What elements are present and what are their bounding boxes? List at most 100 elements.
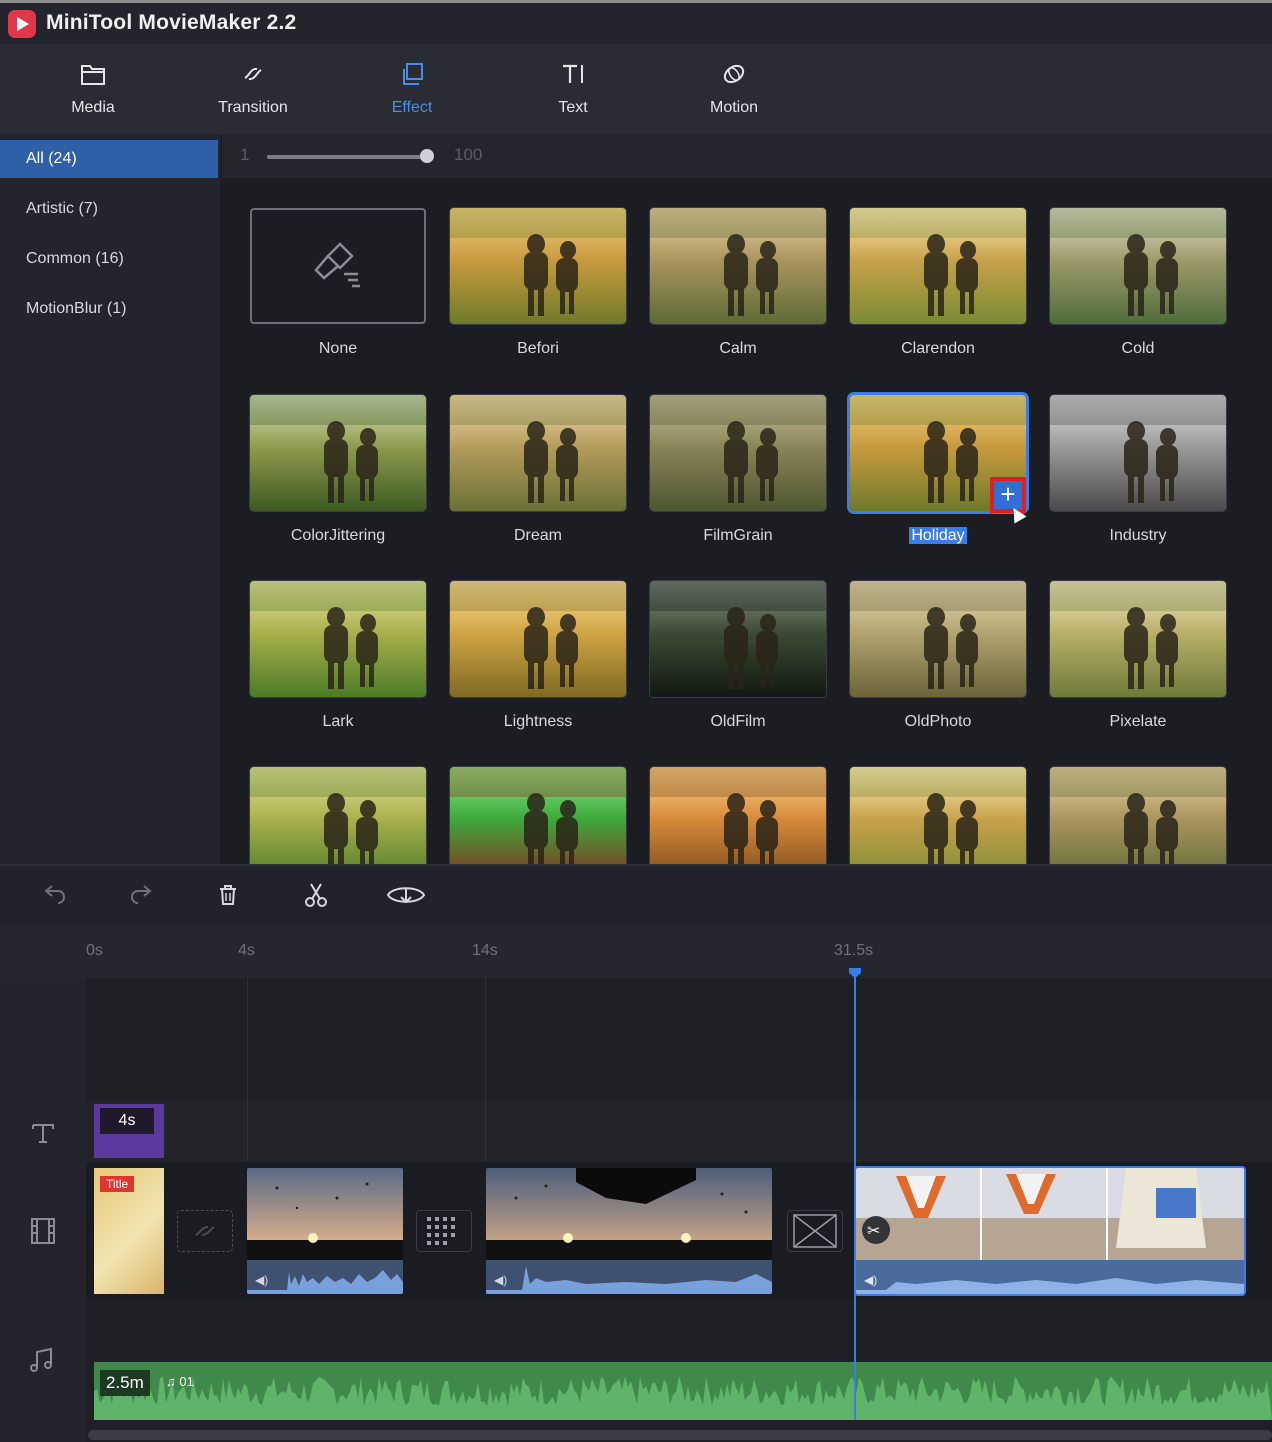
split-scissors-icon[interactable]	[301, 880, 331, 910]
effect-name: Calm	[719, 340, 757, 357]
effect-tile-befori[interactable]	[450, 208, 626, 324]
text-track-icon	[32, 1124, 54, 1143]
svg-text:✂: ✂	[867, 1223, 880, 1240]
tab-text[interactable]: Text	[513, 44, 633, 134]
effect-tile[interactable]	[450, 767, 626, 864]
main-toolbar: Media Transition Effect Text Motion	[0, 44, 1272, 134]
effect-label-clarendon: Clarendon	[838, 340, 1038, 358]
title-video-clip[interactable]: Title	[94, 1168, 164, 1294]
tab-media[interactable]: Media	[33, 44, 153, 134]
transition-icon	[244, 67, 262, 81]
effect-tile-filmgrain[interactable]	[650, 395, 826, 511]
category-all[interactable]: All (24)	[0, 140, 218, 178]
effect-categories-sidebar: All (24) Artistic (7) Common (16) Motion…	[0, 134, 220, 864]
effect-tile-dream[interactable]	[450, 395, 626, 511]
app-logo-icon	[8, 10, 36, 38]
music-track-icon	[30, 1347, 52, 1372]
grid-line	[247, 978, 248, 1162]
tab-effect[interactable]: Effect	[352, 44, 472, 134]
effect-tile[interactable]	[250, 767, 426, 864]
effect-tile-lark[interactable]	[250, 581, 426, 697]
effect-tile-oldfilm[interactable]	[650, 581, 826, 697]
undo-icon[interactable]	[40, 880, 70, 910]
clip-audio-waveform: ◀)	[856, 1260, 1244, 1294]
effect-tile-pixelate[interactable]	[1050, 581, 1226, 697]
category-motionblur[interactable]: MotionBlur (1)	[0, 290, 218, 328]
effect-thumbnail	[1050, 395, 1226, 511]
clip-thumbnail	[486, 1168, 772, 1260]
effect-label-cold: Cold	[1038, 340, 1238, 358]
effect-tile-colorjittering[interactable]	[250, 395, 426, 511]
effect-tile-clarendon[interactable]	[850, 208, 1026, 324]
effect-label-lark: Lark	[238, 713, 438, 731]
effect-tile-lightness[interactable]	[450, 581, 626, 697]
effect-tile-none[interactable]	[250, 208, 426, 324]
effect-label-dream: Dream	[438, 527, 638, 545]
intensity-slider-track[interactable]	[267, 155, 427, 159]
svg-text:◀): ◀)	[255, 1273, 268, 1287]
tab-text-label: Text	[558, 99, 588, 116]
ruler-tick-2: 14s	[472, 942, 498, 959]
effect-label-calm: Calm	[638, 340, 838, 358]
svg-text:◀): ◀)	[494, 1273, 507, 1287]
effect-name: ColorJittering	[290, 527, 386, 544]
tab-media-label: Media	[71, 99, 115, 116]
clip-thumbnail: ✂	[856, 1168, 1244, 1260]
music-name: ♫ 01	[166, 1374, 194, 1389]
tab-transition-label: Transition	[218, 99, 288, 116]
category-artistic[interactable]: Artistic (7)	[0, 190, 218, 228]
video-clip-sunset-1[interactable]: ◀)	[247, 1168, 403, 1294]
effect-tile-oldphoto[interactable]	[850, 581, 1026, 697]
zoom-fit-icon[interactable]	[386, 880, 426, 910]
effect-thumbnail	[450, 581, 626, 697]
effect-icon	[403, 63, 423, 85]
music-clip[interactable]: 2.5m ♫ 01	[94, 1362, 1272, 1420]
text-clip[interactable]: 4s	[94, 1104, 164, 1158]
effect-tile[interactable]	[650, 767, 826, 864]
tab-motion[interactable]: Motion	[674, 44, 794, 134]
transition-grid-slot[interactable]	[416, 1210, 472, 1252]
effect-thumbnail	[650, 395, 826, 511]
cross-transition-icon	[793, 1214, 837, 1248]
ruler-tick-0: 0s	[86, 942, 103, 959]
effect-tile[interactable]	[850, 767, 1026, 864]
effect-label-filmgrain: FilmGrain	[638, 527, 838, 545]
timeline-horizontal-scrollbar[interactable]	[88, 1430, 1272, 1440]
title-bar: MiniTool MovieMaker 2.2	[0, 0, 1272, 44]
effect-label-colorjittering: ColorJittering	[238, 527, 438, 545]
music-note-icon: ♫	[166, 1374, 180, 1389]
playhead[interactable]	[854, 968, 856, 1420]
tab-transition[interactable]: Transition	[193, 44, 313, 134]
intensity-slider-handle[interactable]	[420, 149, 434, 163]
effect-thumbnail	[250, 581, 426, 697]
effects-panel: 1 100 None Befori Calm Clarendon Cold ColorJi…	[222, 134, 1272, 864]
effect-thumbnail	[850, 208, 1026, 324]
effect-tile-cold[interactable]	[1050, 208, 1226, 324]
transition-cross-slot[interactable]	[787, 1210, 843, 1252]
delete-icon[interactable]	[213, 880, 243, 910]
effect-tile-industry[interactable]	[1050, 395, 1226, 511]
effect-thumbnail	[1050, 581, 1226, 697]
video-clip-balloons[interactable]: ✂ ◀)	[856, 1168, 1244, 1294]
effect-name: FilmGrain	[703, 527, 773, 544]
effect-tile-calm[interactable]	[650, 208, 826, 324]
effect-name: Dream	[513, 527, 562, 544]
category-common[interactable]: Common (16)	[0, 240, 218, 278]
effect-name: Pixelate	[1109, 713, 1167, 730]
effect-name: Lark	[322, 713, 354, 730]
effect-label-industry: Industry	[1038, 527, 1238, 545]
timeline-ruler[interactable]: 0s 4s 14s 31.5s	[0, 924, 1272, 978]
effect-thumbnail	[850, 581, 1026, 697]
video-track-icon	[31, 1218, 55, 1244]
title-badge: Title	[100, 1176, 135, 1192]
effect-tile[interactable]	[1050, 767, 1226, 864]
grid-line	[485, 978, 486, 1162]
effect-thumbnail	[250, 767, 426, 864]
folder-icon	[81, 65, 105, 85]
clip-thumbnail	[247, 1168, 403, 1260]
transition-slot[interactable]	[177, 1210, 233, 1252]
effect-thumbnail	[650, 581, 826, 697]
video-clip-sunset-2[interactable]: ◀)	[486, 1168, 772, 1294]
redo-icon[interactable]	[126, 880, 156, 910]
ruler-tick-3: 31.5s	[834, 942, 874, 959]
